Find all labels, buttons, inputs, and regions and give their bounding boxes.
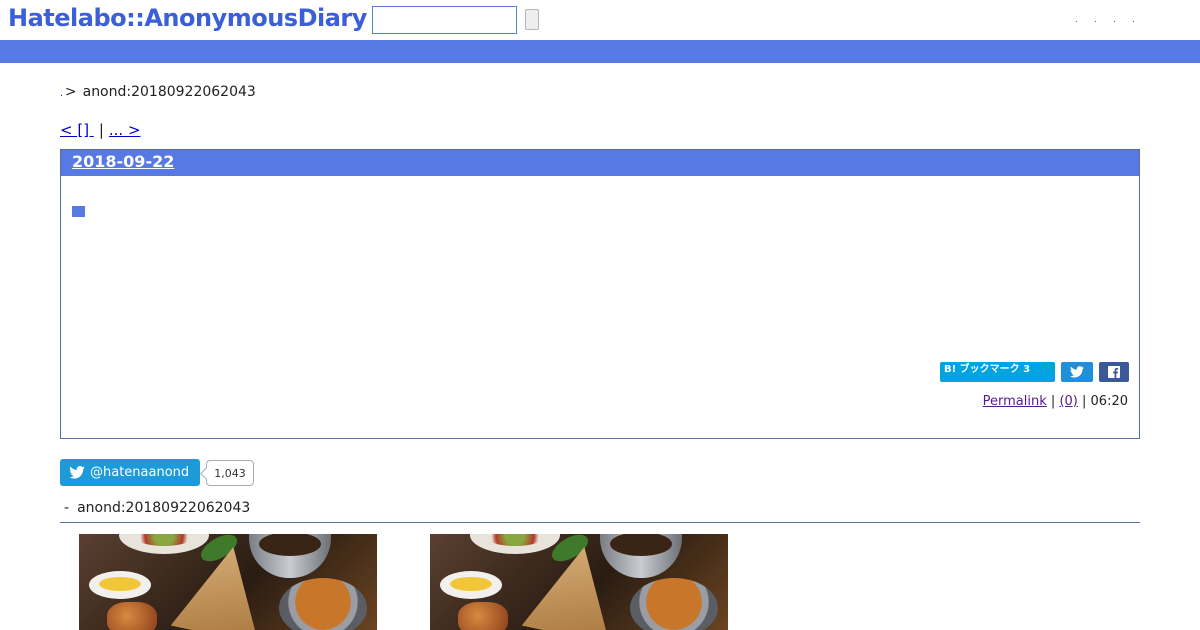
comments-link[interactable]: (0) [1059, 394, 1077, 409]
search-button[interactable] [525, 9, 539, 30]
twitter-follow-button[interactable]: @hatenaanond [60, 459, 200, 486]
search-input[interactable] [372, 6, 517, 34]
follower-count[interactable]: 1,043 [206, 460, 254, 486]
twitter-icon [69, 466, 85, 479]
related-dash: - [64, 500, 70, 516]
breadcrumb-separator: > [64, 84, 77, 100]
header-link[interactable]: . [1132, 15, 1136, 25]
breadcrumb-current: anond:20180922062043 [82, 84, 256, 100]
entry-time: 06:20 [1090, 394, 1128, 409]
entry-title-square [72, 206, 85, 217]
twitter-share-button[interactable] [1061, 362, 1093, 382]
related-entries-header: - anond:20180922062043 [60, 500, 1140, 523]
breadcrumb-home-link[interactable]: . [60, 89, 63, 99]
next-entry-link[interactable]: ... > [109, 121, 141, 139]
pager: < [] | ... > [60, 121, 141, 139]
entry-date-link[interactable]: 2018-09-22 [72, 152, 174, 171]
food-photo-thumbnail[interactable] [430, 534, 728, 630]
related-title: anond:20180922062043 [77, 500, 251, 516]
facebook-icon [1108, 366, 1120, 378]
food-photo-thumbnail[interactable] [79, 534, 377, 630]
meta-separator: | [1050, 394, 1056, 409]
header-link[interactable]: . [1075, 15, 1079, 25]
site-logo[interactable]: Hatelabo::AnonymousDiary [8, 4, 367, 32]
facebook-share-button[interactable] [1099, 362, 1129, 382]
prev-entry-link[interactable]: < [] [60, 121, 94, 139]
header-links: . . . . [1075, 15, 1136, 25]
entry-date-header: 2018-09-22 [61, 150, 1139, 176]
breadcrumb: . > anond:20180922062043 [60, 84, 256, 100]
site-header: Hatelabo::AnonymousDiary . . . . [0, 0, 1200, 40]
pager-divider: | [98, 121, 104, 139]
meta-separator: | [1082, 394, 1087, 409]
entry-title-link[interactable] [72, 204, 85, 220]
hatena-bookmark-button[interactable]: B! ブックマーク 3 [940, 362, 1055, 382]
header-bar [0, 40, 1200, 63]
header-link[interactable]: . [1094, 15, 1098, 25]
twitter-handle: @hatenaanond [90, 465, 190, 480]
entry-meta: Permalink | (0) | 06:20 [983, 394, 1128, 409]
twitter-icon [1070, 366, 1084, 378]
share-buttons: B! ブックマーク 3 [940, 362, 1129, 382]
diary-entry: 2018-09-22 B! ブックマーク 3 Permalink | (0) |… [60, 149, 1140, 439]
header-link[interactable]: . [1113, 15, 1117, 25]
permalink-link[interactable]: Permalink [983, 394, 1047, 409]
